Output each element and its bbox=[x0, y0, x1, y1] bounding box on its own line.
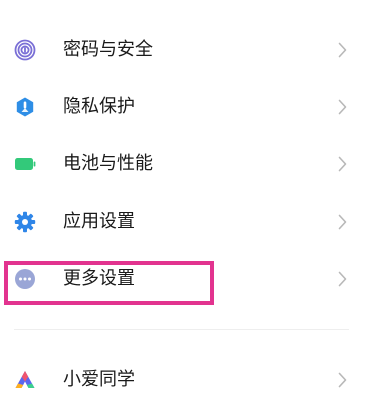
section-divider bbox=[14, 329, 349, 330]
settings-item-label: 更多设置 bbox=[63, 268, 135, 289]
settings-item-password-security[interactable]: 密码与安全 bbox=[0, 21, 365, 79]
more-dots-icon bbox=[14, 268, 36, 290]
chevron-right-icon bbox=[338, 99, 347, 115]
settings-item-label: 密码与安全 bbox=[63, 39, 153, 60]
chevron-right-icon bbox=[338, 42, 347, 58]
settings-item-label: 应用设置 bbox=[63, 211, 135, 232]
settings-item-xiaoai[interactable]: 小爱同学 bbox=[0, 351, 365, 409]
chevron-right-icon bbox=[338, 372, 347, 388]
settings-item-label: 隐私保护 bbox=[63, 96, 135, 117]
settings-list: 密码与安全 隐私保护 电池与性能 应用设置 更多设置 小爱同学 bbox=[0, 0, 365, 418]
settings-item-label: 小爱同学 bbox=[63, 369, 135, 390]
xiaoai-icon bbox=[14, 369, 36, 391]
chevron-right-icon bbox=[338, 156, 347, 172]
settings-item-app-settings[interactable]: 应用设置 bbox=[0, 193, 365, 251]
chevron-right-icon bbox=[338, 271, 347, 287]
fingerprint-icon bbox=[14, 39, 36, 61]
settings-item-label: 电池与性能 bbox=[63, 153, 153, 174]
settings-item-more-settings[interactable]: 更多设置 bbox=[0, 250, 365, 308]
battery-icon bbox=[14, 153, 36, 175]
chevron-right-icon bbox=[338, 214, 347, 230]
settings-item-battery-performance[interactable]: 电池与性能 bbox=[0, 135, 365, 193]
settings-item-privacy[interactable]: 隐私保护 bbox=[0, 78, 365, 136]
privacy-shield-icon bbox=[14, 96, 36, 118]
gear-icon bbox=[14, 211, 36, 233]
